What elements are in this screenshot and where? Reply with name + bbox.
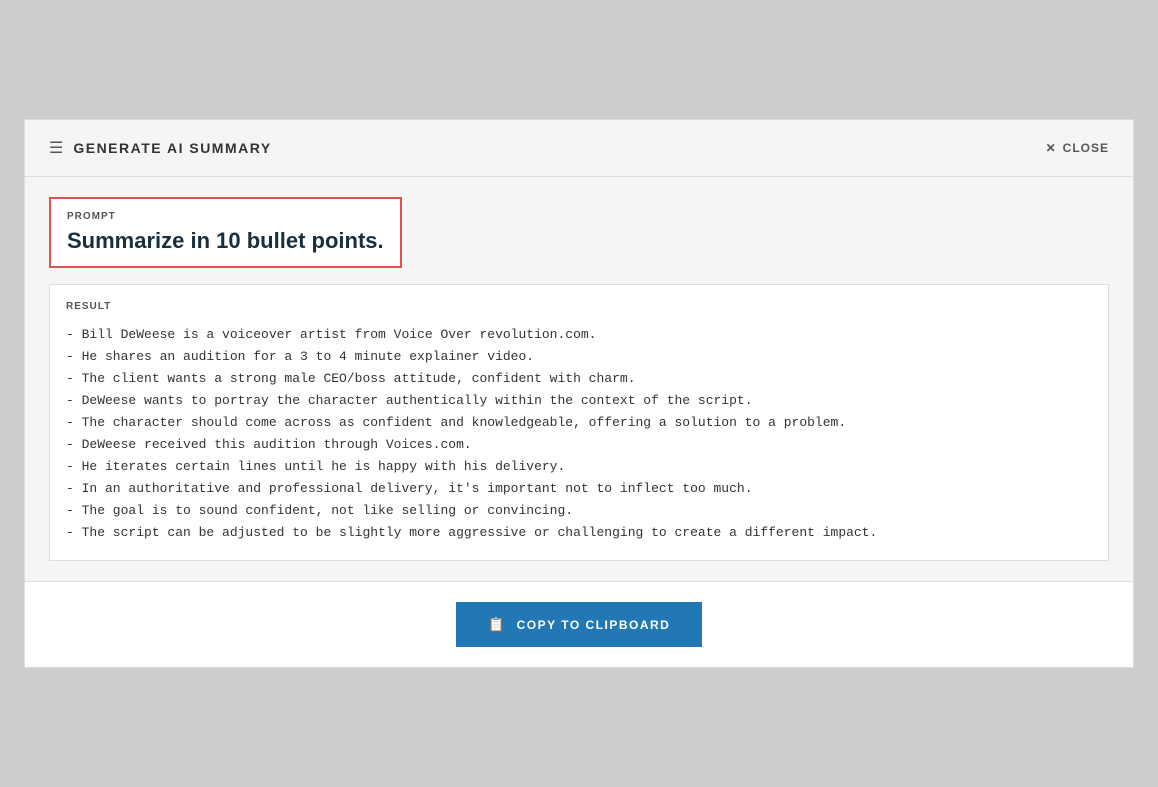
list-icon: ☰ — [49, 138, 63, 158]
result-section: RESULT - Bill DeWeese is a voiceover art… — [49, 284, 1109, 562]
close-button[interactable]: ✕ CLOSE — [1046, 141, 1109, 155]
result-text: - Bill DeWeese is a voiceover artist fro… — [66, 324, 1092, 545]
modal-header: ☰ GENERATE AI SUMMARY ✕ CLOSE — [25, 120, 1133, 177]
result-scroll-area[interactable]: RESULT - Bill DeWeese is a voiceover art… — [50, 285, 1108, 561]
modal-title: GENERATE AI SUMMARY — [73, 140, 271, 156]
clipboard-icon: 📋 — [488, 616, 507, 633]
result-label: RESULT — [66, 301, 1092, 312]
close-label: CLOSE — [1063, 141, 1109, 155]
modal-overlay: ☰ GENERATE AI SUMMARY ✕ CLOSE PROMPT Sum… — [0, 0, 1158, 787]
prompt-section: PROMPT Summarize in 10 bullet points. — [49, 197, 402, 268]
copy-to-clipboard-button[interactable]: 📋 COPY TO CLIPBOARD — [456, 602, 703, 647]
copy-button-label: COPY TO CLIPBOARD — [517, 618, 671, 632]
modal-footer: 📋 COPY TO CLIPBOARD — [25, 581, 1133, 667]
modal-title-area: ☰ GENERATE AI SUMMARY — [49, 138, 272, 158]
close-icon: ✕ — [1046, 141, 1057, 155]
modal-body: PROMPT Summarize in 10 bullet points. RE… — [25, 177, 1133, 582]
prompt-text: Summarize in 10 bullet points. — [67, 228, 384, 254]
prompt-label: PROMPT — [67, 211, 384, 222]
modal-dialog: ☰ GENERATE AI SUMMARY ✕ CLOSE PROMPT Sum… — [24, 119, 1134, 669]
